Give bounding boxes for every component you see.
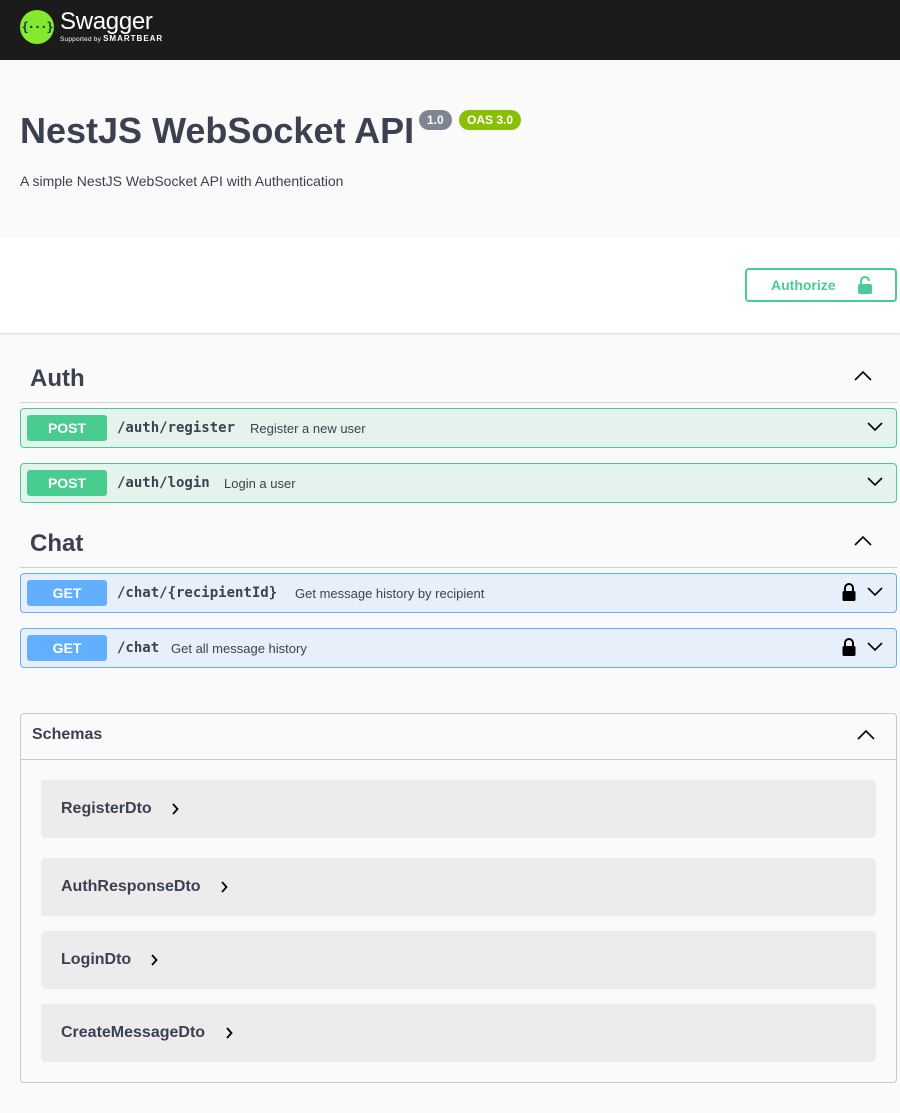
- logo-tagline-company: SMARTBEAR: [103, 34, 164, 43]
- tag-title-chat: Chat: [30, 530, 84, 557]
- operation-post-auth-register[interactable]: POST /auth/register Register a new user: [20, 408, 897, 448]
- lock-icon[interactable]: [842, 637, 856, 662]
- method-badge: GET: [27, 635, 107, 661]
- operation-summary: Get message history by recipient: [295, 586, 485, 601]
- authorize-button[interactable]: Authorize: [745, 268, 897, 302]
- operation-post-auth-login[interactable]: POST /auth/login Login a user: [20, 463, 897, 503]
- chevron-down-icon[interactable]: [866, 640, 884, 658]
- tag-title-auth: Auth: [30, 365, 85, 392]
- lock-icon[interactable]: [842, 582, 856, 607]
- chevron-down-icon[interactable]: [866, 420, 884, 438]
- api-description: A simple NestJS WebSocket API with Authe…: [20, 173, 344, 189]
- lock-open-icon: [857, 275, 873, 298]
- schema-name: LoginDto: [61, 951, 132, 968]
- operation-get-chat-recipient[interactable]: GET /chat/{recipientId} Get message hist…: [20, 573, 897, 613]
- schema-item[interactable]: AuthResponseDto: [41, 858, 876, 916]
- method-badge: GET: [27, 580, 107, 606]
- operation-path: /auth/login: [117, 475, 210, 491]
- method-badge: POST: [27, 470, 107, 496]
- topbar: {···} Swagger Supported by SMARTBEAR: [0, 0, 900, 60]
- chevron-down-icon[interactable]: [866, 475, 884, 493]
- operation-path: /chat: [117, 640, 160, 656]
- operation-summary: Login a user: [224, 476, 296, 491]
- schema-name: AuthResponseDto: [61, 878, 201, 895]
- swagger-logo-icon: {···}: [20, 10, 54, 44]
- operation-path: /auth/register: [117, 420, 236, 436]
- schema-item[interactable]: CreateMessageDto: [41, 1004, 876, 1062]
- authorize-label: Authorize: [771, 277, 836, 293]
- page-title: NestJS WebSocket API: [20, 110, 415, 151]
- swagger-logo[interactable]: {···} Swagger Supported by SMARTBEAR: [20, 10, 163, 44]
- logo-text: Swagger Supported by SMARTBEAR: [60, 10, 163, 44]
- chevron-right-icon[interactable]: [220, 880, 228, 898]
- api-info: NestJS WebSocket API 1.0 OAS 3.0 A simpl…: [0, 60, 900, 238]
- chevron-up-icon[interactable]: [856, 728, 876, 746]
- chevron-down-icon[interactable]: [866, 585, 884, 603]
- tag-section-auth[interactable]: Auth: [20, 353, 897, 403]
- operation-summary: Get all message history: [171, 641, 307, 656]
- version-badge: 1.0: [419, 110, 452, 130]
- operation-path: /chat/{recipientId}: [117, 585, 278, 601]
- chevron-up-icon[interactable]: [853, 369, 873, 387]
- schema-name: CreateMessageDto: [61, 1024, 206, 1041]
- schemas-title: Schemas: [32, 726, 103, 743]
- operation-summary: Register a new user: [250, 421, 366, 436]
- schema-item[interactable]: LoginDto: [41, 931, 876, 989]
- schemas-header[interactable]: Schemas: [21, 714, 896, 760]
- chevron-up-icon[interactable]: [853, 534, 873, 552]
- oas-badge: OAS 3.0: [459, 110, 522, 130]
- chevron-right-icon[interactable]: [225, 1026, 233, 1044]
- logo-title: Swagger: [60, 8, 153, 35]
- scheme-container: Authorize: [0, 238, 900, 333]
- schema-item[interactable]: RegisterDto: [41, 780, 876, 838]
- schemas-section: Schemas RegisterDto AuthResponseDto Logi…: [20, 713, 897, 1083]
- operation-get-chat[interactable]: GET /chat Get all message history: [20, 628, 897, 668]
- logo-tagline-prefix: Supported by: [60, 36, 102, 43]
- logo-tagline: Supported by SMARTBEAR: [60, 34, 163, 44]
- chevron-right-icon[interactable]: [150, 953, 158, 971]
- schema-name: RegisterDto: [61, 800, 152, 817]
- method-badge: POST: [27, 415, 107, 441]
- tag-section-chat[interactable]: Chat: [20, 518, 897, 568]
- chevron-right-icon[interactable]: [171, 802, 179, 820]
